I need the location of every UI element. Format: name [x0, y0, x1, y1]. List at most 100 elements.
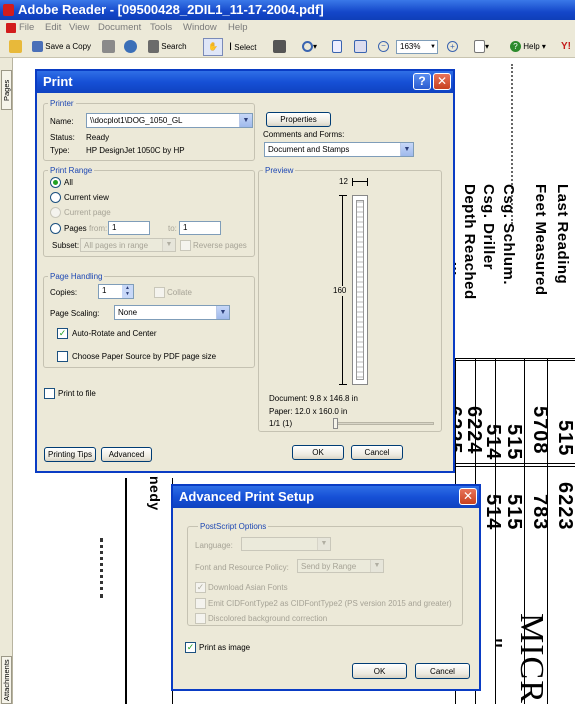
- fit-width-icon[interactable]: [354, 36, 367, 58]
- reverse-pages-label: Reverse pages: [193, 241, 247, 250]
- label-depth-reached: Depth Reached: [461, 184, 478, 300]
- ok-button[interactable]: OK: [292, 445, 344, 460]
- select-tool-button[interactable]: I Select: [229, 36, 257, 59]
- comments-forms-select[interactable]: Document and Stamps ▼: [264, 142, 414, 157]
- menu-tools[interactable]: Tools: [150, 20, 172, 36]
- table-rule: [495, 358, 496, 704]
- all-radio[interactable]: [50, 177, 61, 188]
- print-as-image-label: Print as image: [199, 643, 251, 652]
- page-options-icon[interactable]: ▾: [474, 36, 489, 58]
- auto-rotate-label: Auto-Rotate and Center: [72, 329, 157, 338]
- print-range-label: Print Range: [48, 166, 95, 175]
- subset-select[interactable]: All pages in range ▼: [80, 238, 176, 252]
- menu-help[interactable]: Help: [228, 20, 248, 36]
- table-rule: [439, 463, 575, 464]
- printing-tips-button[interactable]: Printing Tips: [44, 447, 96, 462]
- pages-radio[interactable]: [50, 223, 61, 234]
- print-icon[interactable]: [102, 36, 115, 58]
- document-icon: [6, 23, 16, 33]
- hand-tool-icon[interactable]: ✋: [203, 38, 223, 56]
- close-icon[interactable]: ✕: [433, 73, 451, 90]
- paper-size: Paper: 12.0 x 160.0 in: [269, 407, 348, 416]
- choose-paper-source-checkbox[interactable]: [57, 351, 68, 362]
- reverse-pages-checkbox[interactable]: [180, 240, 191, 251]
- current-page-radio[interactable]: [50, 207, 61, 218]
- copies-input[interactable]: 1 ▲ ▼: [98, 284, 134, 299]
- advanced-button[interactable]: Advanced: [101, 447, 152, 462]
- collate-checkbox[interactable]: [154, 287, 165, 298]
- emit-cid-checkbox[interactable]: [195, 598, 206, 609]
- current-view-label: Current view: [64, 193, 109, 202]
- menu-window[interactable]: Window: [183, 20, 217, 36]
- zoom-in-icon[interactable]: +: [447, 36, 458, 58]
- advanced-print-setup-dialog: Advanced Print Setup ✕ PostScript Option…: [171, 484, 481, 691]
- side-text: nedy: [147, 476, 163, 511]
- help-button[interactable]: ? Help ▾: [510, 36, 546, 58]
- subset-label: Subset:: [52, 241, 80, 250]
- cancel-button[interactable]: Cancel: [351, 445, 403, 460]
- print-dialog-title-bar: Print ? ✕: [37, 71, 453, 93]
- from-page-input[interactable]: 1: [108, 221, 150, 235]
- value-csg-driller-2: 514: [482, 494, 504, 531]
- printer-name-select[interactable]: \\docplot1\DOG_1050_GL ▼: [86, 113, 253, 128]
- copies-spinner-icon[interactable]: ▲ ▼: [122, 285, 133, 298]
- fit-page-icon[interactable]: [332, 36, 342, 58]
- save-copy-button[interactable]: Save a Copy: [32, 36, 91, 58]
- properties-button[interactable]: Properties: [266, 112, 331, 127]
- app-title-bar: Adobe Reader - [09500428_2DIL1_11-17-200…: [0, 0, 575, 20]
- download-asian-fonts-label: Download Asian Fonts: [208, 583, 288, 592]
- preview-page-slider[interactable]: [333, 418, 434, 429]
- page-count: 1/1 (1): [269, 419, 293, 428]
- advanced-ok-button[interactable]: OK: [352, 663, 407, 679]
- menu-view[interactable]: View: [69, 20, 89, 36]
- value-feet-measured-2: 783: [529, 494, 551, 531]
- print-dialog: Print ? ✕ Printer Name: \\docplot1\DOG_1…: [35, 69, 455, 473]
- language-label: Language:: [195, 541, 233, 550]
- print-as-image-checkbox[interactable]: ✓: [185, 642, 196, 653]
- copies-label: Copies:: [50, 288, 78, 297]
- advanced-cancel-button[interactable]: Cancel: [415, 663, 470, 679]
- print-to-file-checkbox[interactable]: [44, 388, 55, 399]
- binoculars-icon: [148, 40, 159, 54]
- open-folder-icon[interactable]: [9, 36, 22, 58]
- menu-edit[interactable]: Edit: [45, 20, 61, 36]
- current-page-label: Current page: [64, 208, 111, 217]
- choose-paper-source-label: Choose Paper Source by PDF page size: [72, 352, 217, 361]
- email-icon[interactable]: [124, 36, 137, 58]
- attachments-tab[interactable]: Attachments: [1, 656, 12, 704]
- auto-rotate-checkbox[interactable]: ✓: [57, 328, 68, 339]
- search-button[interactable]: Search: [148, 36, 187, 58]
- pages-tab[interactable]: Pages: [1, 70, 12, 110]
- font-policy-select[interactable]: Send by Range ▼: [297, 559, 384, 573]
- download-asian-fonts-checkbox[interactable]: ✓: [195, 582, 206, 593]
- language-select[interactable]: ▼: [241, 537, 331, 551]
- menu-file[interactable]: File: [19, 20, 34, 36]
- app-title: Adobe Reader - [09500428_2DIL1_11-17-200…: [18, 2, 324, 17]
- margin-marks: [100, 538, 106, 598]
- chevron-down-icon: ▼: [370, 560, 383, 572]
- pages-label: Pages: [64, 224, 87, 233]
- zoom-in-tool-icon[interactable]: ▾: [302, 36, 317, 58]
- copies-value: 1: [102, 286, 107, 295]
- comments-forms-value: Document and Stamps: [268, 145, 350, 154]
- close-icon[interactable]: ✕: [459, 488, 477, 505]
- discolored-background-checkbox[interactable]: [195, 613, 206, 624]
- help-icon[interactable]: ?: [413, 73, 431, 90]
- snapshot-icon[interactable]: [273, 36, 286, 58]
- preview-label: Preview: [263, 166, 296, 175]
- page-scaling-value: None: [118, 308, 138, 317]
- current-view-radio[interactable]: [50, 192, 61, 203]
- value-csg-schlum: 515: [503, 424, 525, 461]
- zoom-level-select[interactable]: 163% ▼: [396, 40, 438, 54]
- yahoo-icon[interactable]: Y!: [561, 36, 571, 58]
- printer-name-value: \\docplot1\DOG_1050_GL: [90, 116, 183, 125]
- printer-status-label: Status:: [50, 133, 75, 142]
- zoom-out-icon[interactable]: −: [378, 36, 389, 58]
- menu-document[interactable]: Document: [98, 20, 141, 36]
- to-page-input[interactable]: 1: [179, 221, 221, 235]
- slider-thumb[interactable]: [333, 418, 338, 429]
- emit-cid-label: Emit CIDFontType2 as CIDFontType2 (PS ve…: [208, 599, 452, 608]
- printer-type-label: Type:: [50, 146, 70, 155]
- value-csg-driller: 514: [482, 424, 504, 461]
- page-scaling-select[interactable]: None ▼: [114, 305, 230, 320]
